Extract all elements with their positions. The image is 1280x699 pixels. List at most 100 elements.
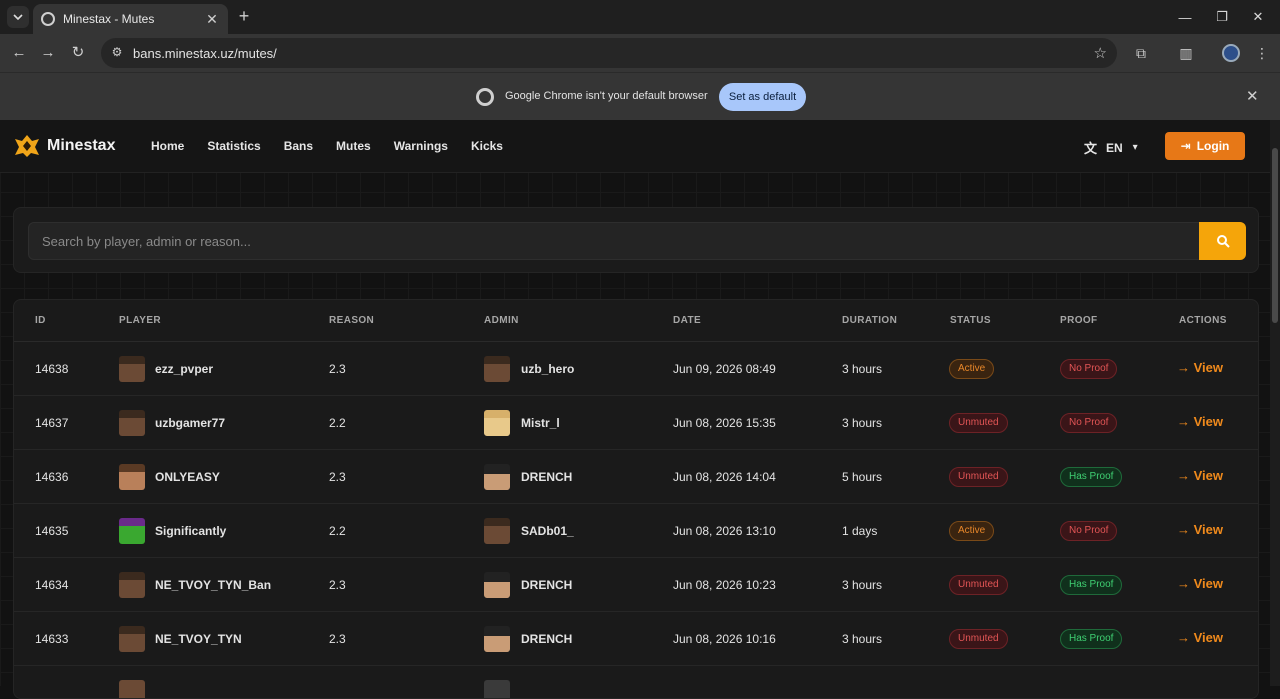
player-name[interactable]: ONLYEASY	[155, 470, 220, 484]
view-link[interactable]: → View	[1177, 414, 1223, 429]
duration: 3 hours	[842, 362, 883, 376]
chrome-logo-icon	[476, 88, 494, 106]
column-header: DATE	[673, 315, 702, 326]
table-row[interactable]: 14638 ezz_pvper 2.3 uzb_hero Jun 09, 202…	[14, 342, 1258, 396]
reading-mode-icon[interactable]: ▥	[1176, 43, 1196, 63]
admin-avatar	[484, 572, 510, 598]
date: Jun 08, 2026 14:04	[673, 470, 776, 484]
minimize-button[interactable]: —	[1167, 0, 1203, 34]
view-label: View	[1193, 630, 1224, 645]
maximize-button[interactable]: ❐	[1204, 0, 1240, 34]
table-row[interactable]	[14, 666, 1258, 698]
player-name[interactable]: NE_TVOY_TYN_Ban	[155, 578, 271, 592]
column-header: REASON	[329, 315, 375, 326]
forward-button[interactable]: →	[38, 43, 58, 63]
proof-badge: No Proof	[1060, 413, 1118, 433]
table-row[interactable]: 14634 NE_TVOY_TYN_Ban 2.3 DRENCH Jun 08,…	[14, 558, 1258, 612]
search-input[interactable]	[28, 222, 1200, 260]
search-button[interactable]	[1199, 222, 1246, 260]
view-link[interactable]: → View	[1177, 468, 1223, 483]
address-bar[interactable]: ⚙ bans.minestax.uz/mutes/ ☆	[101, 38, 1117, 68]
mute-id: 14638	[35, 362, 69, 376]
tab-search-button[interactable]	[7, 6, 29, 28]
reason: 2.3	[329, 362, 346, 376]
nav-bans[interactable]: Bans	[284, 139, 313, 153]
arrow-right-icon: →	[1177, 522, 1194, 537]
nav-mutes[interactable]: Mutes	[336, 139, 371, 153]
back-button[interactable]: ←	[9, 43, 29, 63]
nav-home[interactable]: Home	[151, 139, 184, 153]
date: Jun 08, 2026 13:10	[673, 524, 776, 538]
browser-toolbar: ← → ↻ ⚙ bans.minestax.uz/mutes/ ☆ ⧉ ▥	[0, 34, 1280, 72]
arrow-right-icon: →	[1177, 414, 1194, 429]
view-link[interactable]: → View	[1177, 522, 1223, 537]
player-name[interactable]: NE_TVOY_TYN	[155, 632, 242, 646]
table-row[interactable]: 14637 uzbgamer77 2.2 Mistr_l Jun 08, 202…	[14, 396, 1258, 450]
player-name[interactable]: ezz_pvper	[155, 362, 213, 376]
player-name[interactable]: Significantly	[155, 524, 226, 538]
minestax-logo-icon[interactable]	[14, 134, 40, 158]
login-icon: ⇥	[1180, 139, 1191, 153]
admin-name[interactable]: uzb_hero	[521, 362, 574, 376]
new-tab-button[interactable]: +	[235, 6, 253, 26]
status-badge: Active	[949, 359, 995, 379]
nav-statistics[interactable]: Statistics	[207, 139, 260, 153]
page-scrollbar[interactable]	[1270, 120, 1280, 686]
view-label: View	[1193, 468, 1224, 483]
site-header: Minestax Home Statistics Bans Mutes Warn…	[0, 120, 1270, 173]
table-row[interactable]: 14636 ONLYEASY 2.3 DRENCH Jun 08, 2026 1…	[14, 450, 1258, 504]
arrow-right-icon: →	[1177, 630, 1194, 645]
column-header: STATUS	[950, 315, 991, 326]
extensions-icon[interactable]: ⧉	[1131, 43, 1151, 63]
mutes-table: ID PLAYER REASON ADMIN DATE DURATION STA…	[13, 299, 1259, 699]
status-badge: Active	[949, 521, 995, 541]
duration: 3 hours	[842, 416, 883, 430]
admin-name[interactable]: DRENCH	[521, 632, 572, 646]
mute-id: 14634	[35, 578, 69, 592]
mute-id: 14633	[35, 632, 69, 646]
window-close-button[interactable]: ✕	[1240, 0, 1276, 34]
main-nav: Home Statistics Bans Mutes Warnings Kick…	[151, 139, 526, 153]
view-link[interactable]: → View	[1177, 360, 1223, 375]
globe-icon	[41, 12, 55, 26]
login-button[interactable]: ⇥ Login	[1165, 132, 1245, 160]
infobar-close-icon[interactable]: ✕	[1246, 87, 1259, 105]
admin-name[interactable]: DRENCH	[521, 578, 572, 592]
reason: 2.2	[329, 416, 346, 430]
set-default-button[interactable]: Set as default	[719, 83, 806, 111]
player-avatar	[119, 626, 145, 652]
tab-strip: Minestax - Mutes ✕ + — ❐ ✕	[0, 0, 1280, 34]
profile-avatar[interactable]	[1222, 44, 1240, 62]
mute-id: 14637	[35, 416, 69, 430]
translate-icon: 文	[1084, 141, 1098, 156]
proof-badge: No Proof	[1060, 521, 1118, 541]
scrollbar-thumb[interactable]	[1272, 148, 1278, 323]
table-header: ID PLAYER REASON ADMIN DATE DURATION STA…	[14, 300, 1258, 342]
player-name[interactable]: uzbgamer77	[155, 416, 225, 430]
admin-name[interactable]: SADb01_	[521, 524, 574, 538]
admin-name[interactable]: Mistr_l	[521, 416, 560, 430]
view-link[interactable]: → View	[1177, 576, 1223, 591]
column-header: ID	[35, 315, 46, 326]
tab-close-icon[interactable]: ✕	[204, 11, 220, 28]
view-label: View	[1193, 576, 1224, 591]
table-row[interactable]: 14633 NE_TVOY_TYN 2.3 DRENCH Jun 08, 202…	[14, 612, 1258, 666]
search-card	[13, 207, 1259, 273]
player-avatar	[119, 410, 145, 436]
player-avatar	[119, 356, 145, 382]
reload-button[interactable]: ↻	[68, 43, 88, 63]
language-selector[interactable]: 文 EN ▾	[1084, 138, 1138, 157]
view-link[interactable]: → View	[1177, 630, 1223, 645]
menu-dots-icon[interactable]: ⋮	[1252, 43, 1272, 63]
browser-tab[interactable]: Minestax - Mutes ✕	[33, 4, 228, 34]
table-row[interactable]: 14635 Significantly 2.2 SADb01_ Jun 08, …	[14, 504, 1258, 558]
site-info-icon[interactable]: ⚙	[109, 45, 125, 61]
tab-title: Minestax - Mutes	[63, 12, 155, 26]
admin-avatar	[484, 464, 510, 490]
nav-kicks[interactable]: Kicks	[471, 139, 503, 153]
admin-name[interactable]: DRENCH	[521, 470, 572, 484]
brand-name[interactable]: Minestax	[47, 137, 115, 155]
bookmark-star-icon[interactable]: ☆	[1094, 44, 1107, 62]
proof-badge: Has Proof	[1060, 467, 1123, 487]
nav-warnings[interactable]: Warnings	[394, 139, 448, 153]
